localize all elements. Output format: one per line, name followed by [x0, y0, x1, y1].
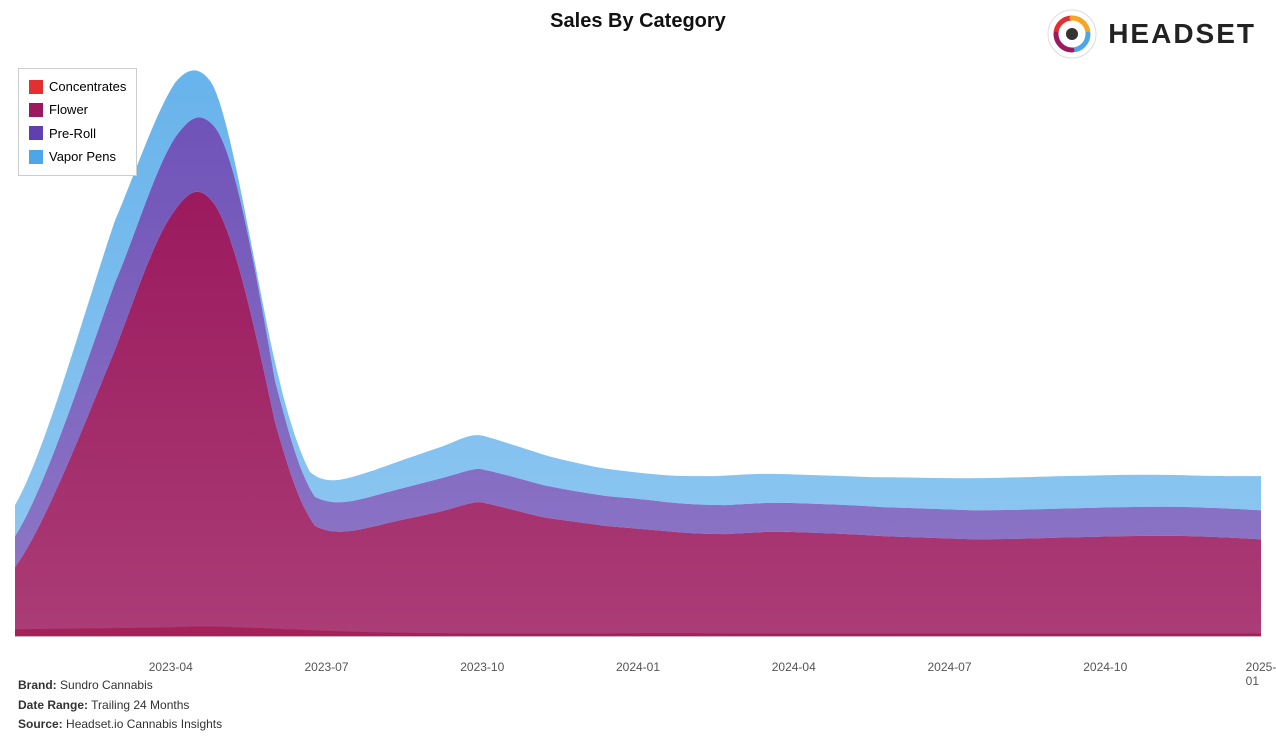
logo-area: HEADSET	[1046, 8, 1256, 60]
legend-label-concentrates: Concentrates	[49, 75, 126, 98]
legend: Concentrates Flower Pre-Roll Vapor Pens	[18, 68, 137, 176]
footer-brand-value: Sundro Cannabis	[60, 678, 153, 692]
footer-brand-label: Brand:	[18, 678, 57, 692]
footer: Brand: Sundro Cannabis Date Range: Trail…	[18, 676, 222, 734]
legend-item-vapor-pens: Vapor Pens	[29, 145, 126, 168]
chart-area	[15, 60, 1261, 647]
x-label-2023-07: 2023-07	[304, 660, 348, 674]
flower-area	[15, 192, 1261, 637]
footer-date-range-value: Trailing 24 Months	[91, 698, 189, 712]
legend-label-vapor-pens: Vapor Pens	[49, 145, 116, 168]
footer-source: Source: Headset.io Cannabis Insights	[18, 715, 222, 734]
logo-text: HEADSET	[1108, 18, 1256, 50]
x-label-2023-04: 2023-04	[149, 660, 193, 674]
legend-item-flower: Flower	[29, 98, 126, 121]
x-label-2023-10: 2023-10	[460, 660, 504, 674]
footer-date-range: Date Range: Trailing 24 Months	[18, 696, 222, 715]
legend-item-preroll: Pre-Roll	[29, 122, 126, 145]
footer-date-range-label: Date Range:	[18, 698, 88, 712]
x-label-2024-04: 2024-04	[772, 660, 816, 674]
chart-container: Sales By Category HEADSET Concentrates F…	[0, 0, 1276, 742]
legend-color-vapor-pens	[29, 150, 43, 164]
x-label-2024-10: 2024-10	[1083, 660, 1127, 674]
legend-color-concentrates	[29, 80, 43, 94]
x-label-2025-01: 2025-01	[1246, 660, 1276, 688]
legend-label-flower: Flower	[49, 98, 88, 121]
footer-brand: Brand: Sundro Cannabis	[18, 676, 222, 695]
headset-logo-icon	[1046, 8, 1098, 60]
footer-source-label: Source:	[18, 717, 63, 731]
legend-item-concentrates: Concentrates	[29, 75, 126, 98]
footer-source-value: Headset.io Cannabis Insights	[66, 717, 222, 731]
area-chart-svg	[15, 60, 1261, 647]
legend-color-flower	[29, 103, 43, 117]
x-label-2024-07: 2024-07	[927, 660, 971, 674]
legend-label-preroll: Pre-Roll	[49, 122, 96, 145]
x-label-2024-01: 2024-01	[616, 660, 660, 674]
legend-color-preroll	[29, 126, 43, 140]
